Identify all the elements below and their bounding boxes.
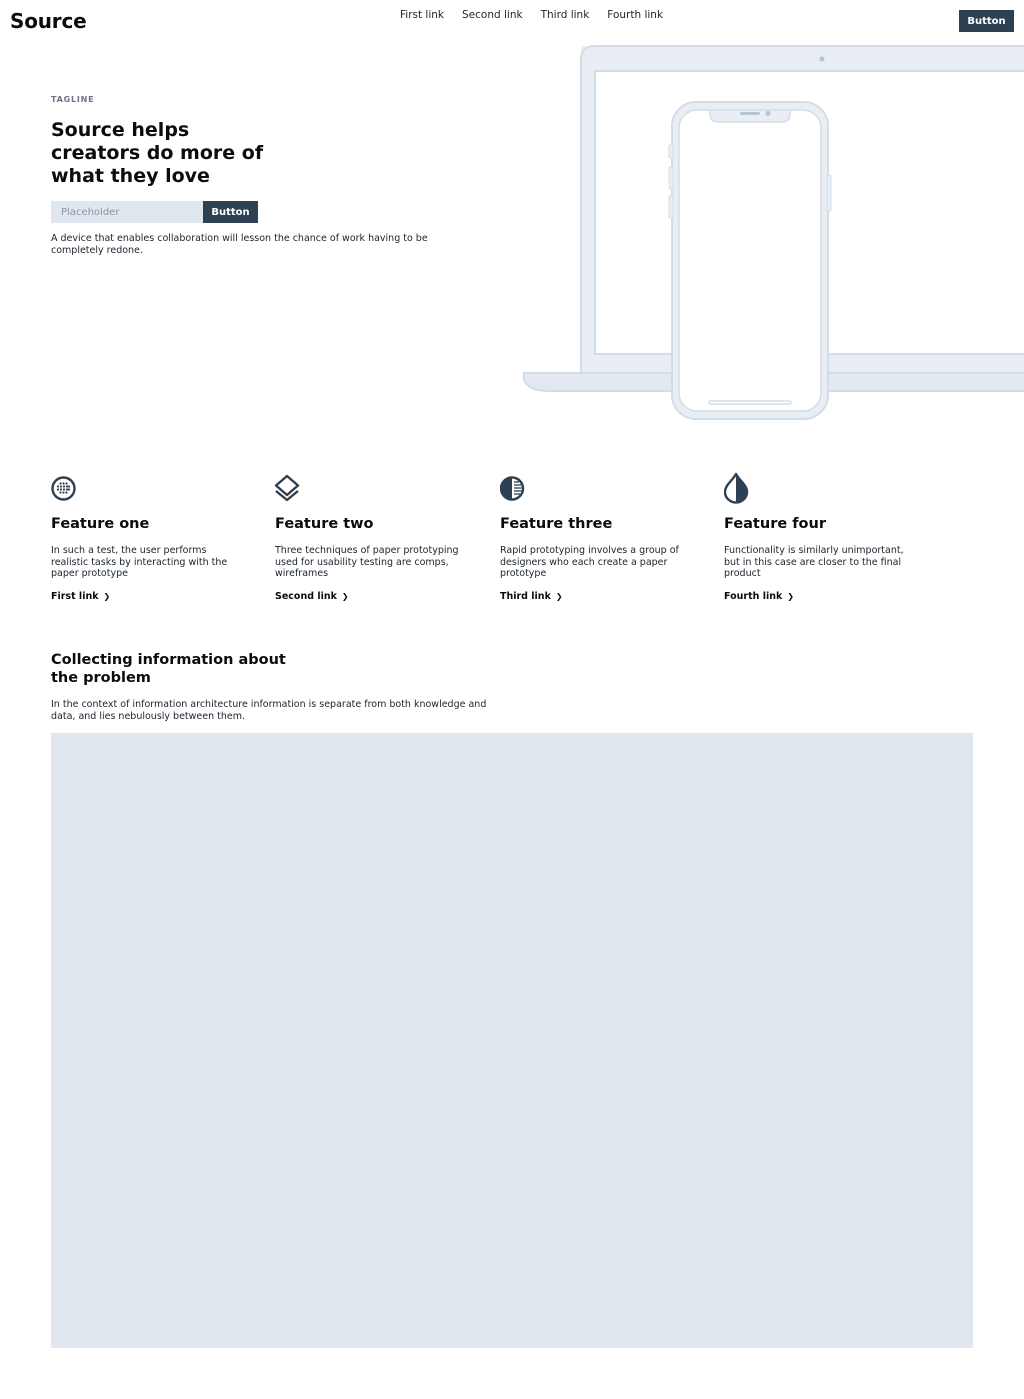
drop-icon — [724, 472, 749, 504]
feature-link-third[interactable]: Third link ❯ — [500, 591, 563, 602]
nav-link-second[interactable]: Second link — [462, 9, 523, 21]
feature-text: In such a test, the user performs realis… — [51, 545, 228, 579]
section-title: Collecting information about the problem — [51, 652, 286, 686]
header-button[interactable]: Button — [959, 10, 1014, 32]
feature-link-label: Third link — [500, 591, 551, 602]
section-description: In the context of information architectu… — [51, 699, 487, 722]
contrast-icon — [500, 476, 525, 501]
signup-form: Button — [51, 201, 258, 223]
feature-title: Feature two — [275, 516, 374, 532]
main-nav: First link Second link Third link Fourth… — [400, 9, 681, 21]
chevron-right-icon: ❯ — [787, 592, 794, 601]
chevron-right-icon: ❯ — [341, 592, 349, 601]
feature-link-second[interactable]: Second link ❯ — [275, 591, 349, 602]
chevron-right-icon: ❯ — [555, 592, 563, 601]
feature-link-first[interactable]: First link ❯ — [51, 591, 110, 602]
hero-description: A device that enables collaboration will… — [51, 233, 428, 256]
feature-link-fourth[interactable]: Fourth link ❯ — [724, 591, 794, 602]
feature-link-label: Fourth link — [724, 591, 783, 602]
tagline: TAGLINE — [51, 95, 95, 104]
logo[interactable]: Source — [10, 9, 87, 33]
feature-four: Feature four Functionality is similarly … — [724, 472, 924, 602]
feature-title: Feature one — [51, 516, 150, 532]
nav-link-third[interactable]: Third link — [541, 9, 590, 21]
feature-link-label: First link — [51, 591, 99, 602]
page: Source First link Second link Third link… — [0, 0, 1024, 1399]
image-placeholder — [51, 733, 973, 1348]
feature-one: Feature one In such a test, the user per… — [51, 472, 251, 602]
email-input[interactable] — [51, 201, 203, 223]
nav-link-first[interactable]: First link — [400, 9, 444, 21]
hero-headline: Source helps creators do more of what th… — [51, 119, 264, 187]
submit-button[interactable]: Button — [203, 201, 258, 223]
layers-icon — [275, 474, 300, 502]
feature-link-label: Second link — [275, 591, 337, 602]
feature-three: Feature three Rapid prototyping involves… — [500, 472, 700, 602]
feature-text: Rapid prototyping involves a group of de… — [500, 545, 679, 579]
nav-link-fourth[interactable]: Fourth link — [607, 9, 663, 21]
phone-illustration — [668, 101, 832, 420]
feature-text: Three techniques of paper prototyping us… — [275, 545, 459, 579]
feature-title: Feature three — [500, 516, 613, 532]
feature-text: Functionality is similarly unimportant, … — [724, 545, 904, 579]
feature-two: Feature two Three techniques of paper pr… — [275, 472, 475, 602]
devices-illustration — [523, 45, 1024, 420]
feature-title: Feature four — [724, 516, 826, 532]
chevron-right-icon: ❯ — [103, 592, 111, 601]
globe-grid-icon — [51, 476, 76, 501]
